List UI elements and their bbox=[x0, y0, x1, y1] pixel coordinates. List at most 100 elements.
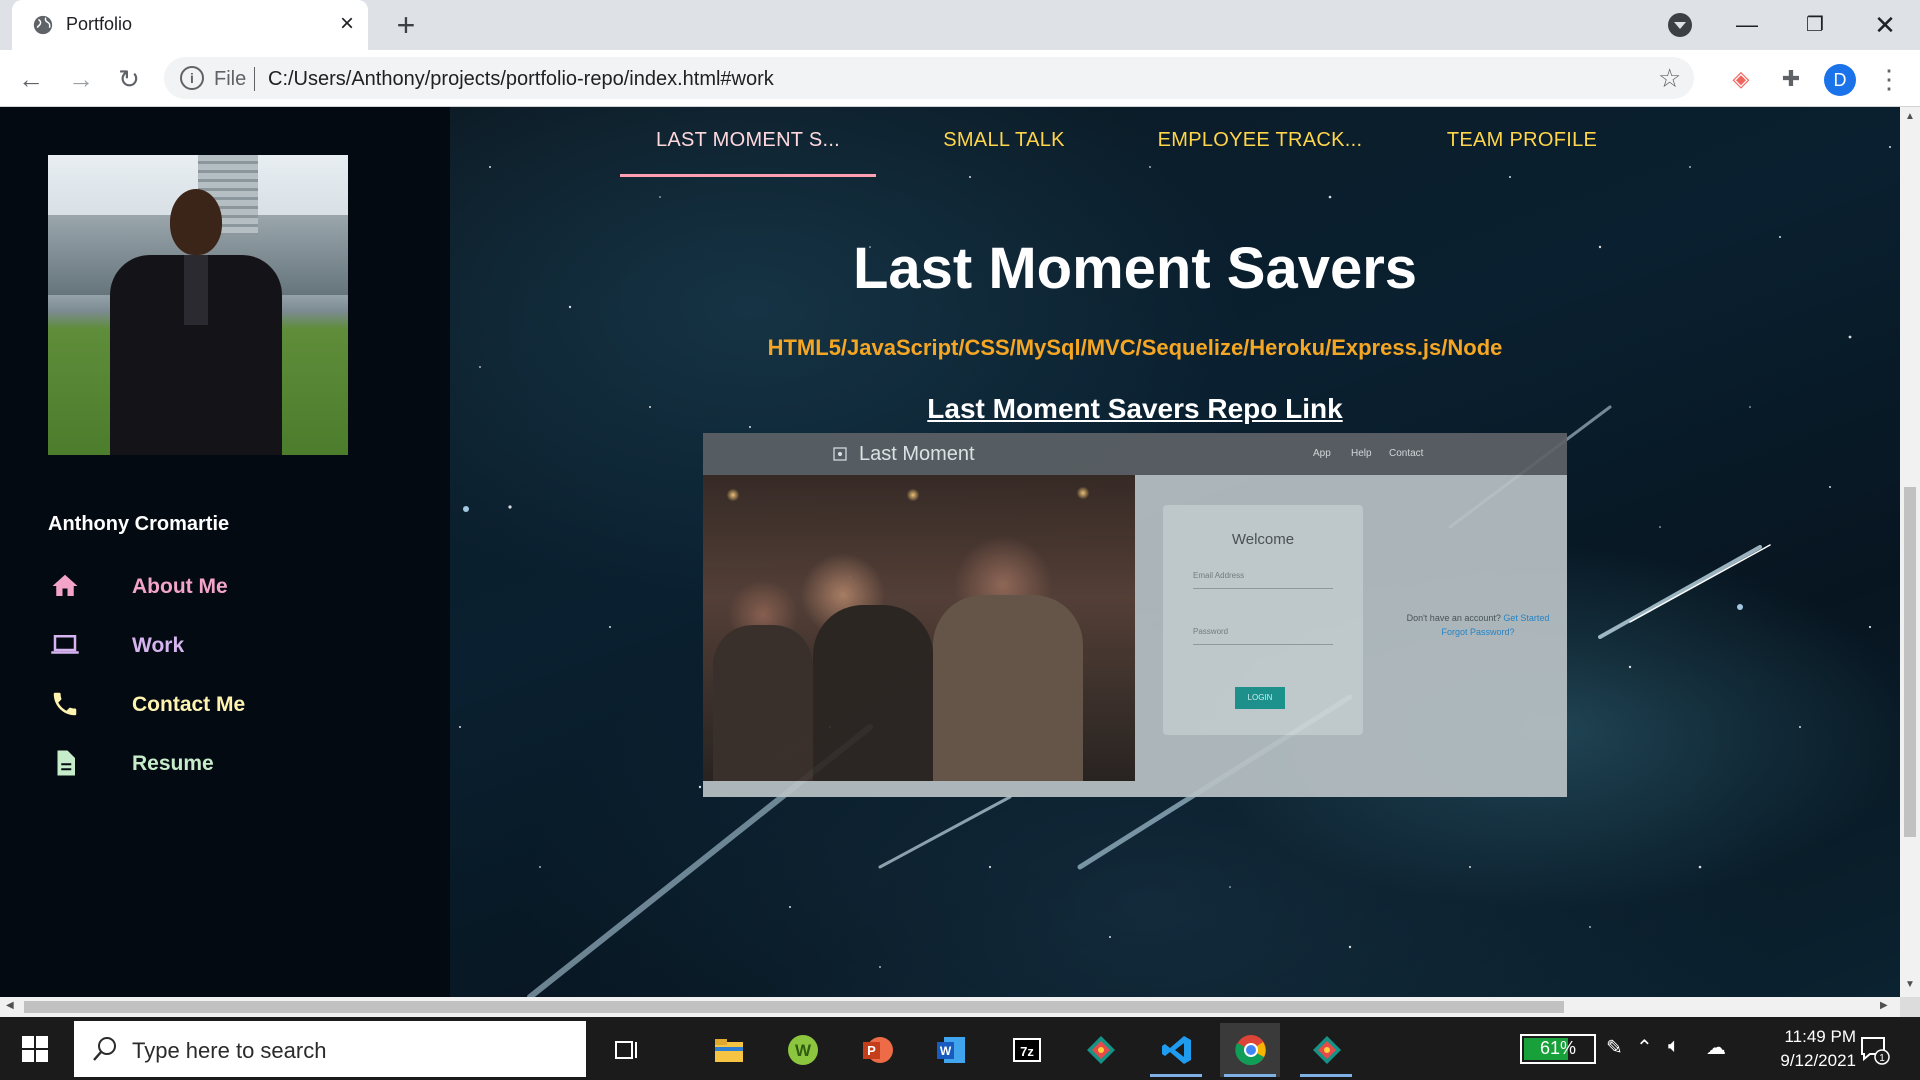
back-button[interactable]: ← bbox=[16, 64, 46, 94]
horizontal-scrollbar[interactable]: ◀ ▶ bbox=[0, 997, 1900, 1017]
screenshot-navbar: Last Moment App Help Contact bbox=[703, 433, 1567, 475]
sidebar-item-work[interactable]: Work bbox=[48, 626, 408, 666]
screenshot-nav-app: App bbox=[1313, 448, 1331, 459]
scroll-down-arrow-icon[interactable]: ▼ bbox=[1904, 979, 1916, 990]
windows-start-icon[interactable] bbox=[0, 1017, 70, 1080]
signup-prompt: Don't have an account? bbox=[1406, 613, 1501, 623]
forgot-password-link: Forgot Password? bbox=[1441, 627, 1515, 637]
laptop-icon bbox=[51, 635, 79, 654]
screenshot-password-field: Password bbox=[1193, 627, 1333, 645]
page-viewport: Anthony Cromartie About Me Work Contact … bbox=[0, 107, 1900, 997]
globe-icon bbox=[33, 15, 53, 35]
tab-title: Portfolio bbox=[66, 14, 133, 34]
browser-toolbar: ← → ↻ i File C:/Users/Anthony/projects/p… bbox=[0, 50, 1920, 107]
battery-indicator[interactable]: 61% bbox=[1520, 1034, 1596, 1064]
running-indicator bbox=[1150, 1074, 1202, 1077]
project-repo-link[interactable]: Last Moment Savers Repo Link bbox=[450, 393, 1820, 425]
system-clock[interactable]: 11:49 PM 9/12/2021 bbox=[1720, 1025, 1856, 1073]
screenshot-signup-text: Don't have an account? Get Started Forgo… bbox=[1393, 611, 1563, 639]
chevron-up-icon[interactable]: ⌃ bbox=[1636, 1035, 1653, 1060]
sidebar-item-label: About Me bbox=[132, 575, 228, 598]
screenshot-login-card: Welcome Email Address Password LOGIN bbox=[1163, 505, 1363, 735]
profile-avatar[interactable]: D bbox=[1824, 64, 1856, 96]
scrollbar-corner bbox=[1900, 997, 1920, 1017]
sidebar: Anthony Cromartie About Me Work Contact … bbox=[0, 107, 450, 997]
horizontal-scroll-thumb[interactable] bbox=[24, 1001, 1564, 1013]
svg-text:W: W bbox=[940, 1044, 952, 1058]
tab-team-profile[interactable]: TEAM PROFILE bbox=[1394, 129, 1650, 177]
clock-time: 11:49 PM bbox=[1784, 1027, 1856, 1046]
running-indicator bbox=[1224, 1074, 1276, 1077]
windows-taskbar: Type here to search W P W 7z 61% ✎ ⌃ 🔈︎ … bbox=[0, 1017, 1920, 1080]
task-view-button[interactable] bbox=[594, 1023, 654, 1077]
taskbar-vscode[interactable] bbox=[1146, 1023, 1206, 1077]
notification-count: 1 bbox=[1879, 1053, 1885, 1064]
taskbar-search-box[interactable]: Type here to search bbox=[74, 1021, 586, 1077]
word-icon: W bbox=[937, 1037, 965, 1063]
clock-date: 9/12/2021 bbox=[1780, 1051, 1856, 1070]
tab-small-talk[interactable]: SMALL TALK bbox=[876, 129, 1132, 177]
bookmark-star-icon[interactable]: ☆ bbox=[1658, 63, 1681, 94]
tab-last-moment-savers[interactable]: LAST MOMENT S... bbox=[620, 129, 876, 177]
screenshot-nav-help: Help bbox=[1351, 448, 1372, 459]
browser-tab[interactable]: Portfolio × bbox=[12, 0, 368, 50]
screenshot-nav-contact: Contact bbox=[1389, 448, 1424, 459]
screenshot-welcome: Welcome bbox=[1231, 531, 1295, 548]
scroll-up-arrow-icon[interactable]: ▲ bbox=[1904, 111, 1916, 122]
document-icon bbox=[57, 750, 75, 776]
sidebar-item-label: Work bbox=[132, 634, 185, 657]
project-tech-stack: HTML5/JavaScript/CSS/MySql/MVC/Sequelize… bbox=[767, 335, 1503, 360]
gitkraken-icon bbox=[1087, 1036, 1115, 1064]
extensions-puzzle-icon[interactable]: ✚ bbox=[1776, 64, 1806, 94]
url-separator bbox=[254, 67, 255, 91]
extension-icon[interactable]: ◈ bbox=[1726, 64, 1756, 94]
taskbar-7zip[interactable]: 7z bbox=[996, 1023, 1056, 1077]
close-window-button[interactable]: ✕ bbox=[1862, 8, 1908, 42]
tab-search-icon[interactable] bbox=[1668, 13, 1692, 37]
info-icon[interactable]: i bbox=[180, 66, 204, 90]
taskbar-powerpoint[interactable]: P bbox=[846, 1023, 906, 1077]
taskbar-chrome[interactable] bbox=[1220, 1023, 1280, 1077]
project-tabs: LAST MOMENT S... SMALL TALK EMPLOYEE TRA… bbox=[620, 107, 1650, 177]
taskbar-word[interactable]: W bbox=[920, 1023, 980, 1077]
url-text[interactable]: C:/Users/Anthony/projects/portfolio-repo… bbox=[268, 68, 774, 91]
phone-icon bbox=[53, 692, 77, 716]
reload-button[interactable]: ↻ bbox=[114, 64, 144, 94]
close-tab-icon[interactable]: × bbox=[334, 11, 360, 37]
tab-employee-tracker[interactable]: EMPLOYEE TRACK... bbox=[1132, 129, 1388, 177]
vertical-scroll-thumb[interactable] bbox=[1904, 487, 1916, 837]
screenshot-brand: Last Moment bbox=[859, 443, 975, 465]
restore-button[interactable]: ❐ bbox=[1792, 8, 1838, 42]
sidebar-item-label: Contact Me bbox=[132, 693, 246, 716]
sidebar-item-about-me[interactable]: About Me bbox=[48, 567, 408, 607]
scroll-left-arrow-icon[interactable]: ◀ bbox=[6, 1000, 14, 1011]
forward-button[interactable]: → bbox=[66, 64, 96, 94]
scroll-right-arrow-icon[interactable]: ▶ bbox=[1880, 1000, 1888, 1011]
notification-center-icon[interactable]: 1 bbox=[1858, 1033, 1890, 1065]
project-screenshot[interactable]: Last Moment App Help Contact Welcome Ema… bbox=[703, 433, 1567, 797]
new-tab-button[interactable]: + bbox=[390, 9, 422, 42]
screenshot-login-button: LOGIN bbox=[1235, 687, 1285, 709]
taskbar-file-explorer[interactable] bbox=[698, 1023, 758, 1077]
vertical-scrollbar[interactable]: ▲ ▼ bbox=[1900, 107, 1920, 997]
taskbar-gitkraken[interactable] bbox=[1070, 1023, 1130, 1077]
search-placeholder: Type here to search bbox=[132, 1038, 327, 1063]
sidebar-item-resume[interactable]: Resume bbox=[48, 744, 408, 784]
taskbar-gitkraken-2[interactable] bbox=[1296, 1023, 1356, 1077]
sidebar-item-label: Resume bbox=[132, 752, 214, 775]
taskbar-wps[interactable]: W bbox=[772, 1023, 832, 1077]
svg-text:7z: 7z bbox=[1020, 1044, 1034, 1059]
sidebar-item-contact-me[interactable]: Contact Me bbox=[48, 685, 408, 725]
browser-menu-icon[interactable]: ⋮ bbox=[1876, 62, 1902, 96]
minimize-button[interactable]: — bbox=[1724, 8, 1770, 42]
signup-link: Get Started bbox=[1503, 613, 1550, 623]
volume-icon[interactable]: 🔈︎ bbox=[1668, 1035, 1680, 1058]
profile-name: Anthony Cromartie bbox=[48, 513, 230, 535]
screenshot-email-field: Email Address bbox=[1193, 571, 1333, 589]
pen-icon[interactable]: ✎ bbox=[1606, 1035, 1623, 1060]
svg-text:W: W bbox=[795, 1041, 812, 1060]
address-bar[interactable]: i File C:/Users/Anthony/projects/portfol… bbox=[164, 57, 1694, 99]
vscode-icon bbox=[1162, 1036, 1191, 1064]
screenshot-party-photo bbox=[703, 475, 1135, 781]
home-icon bbox=[52, 574, 78, 596]
